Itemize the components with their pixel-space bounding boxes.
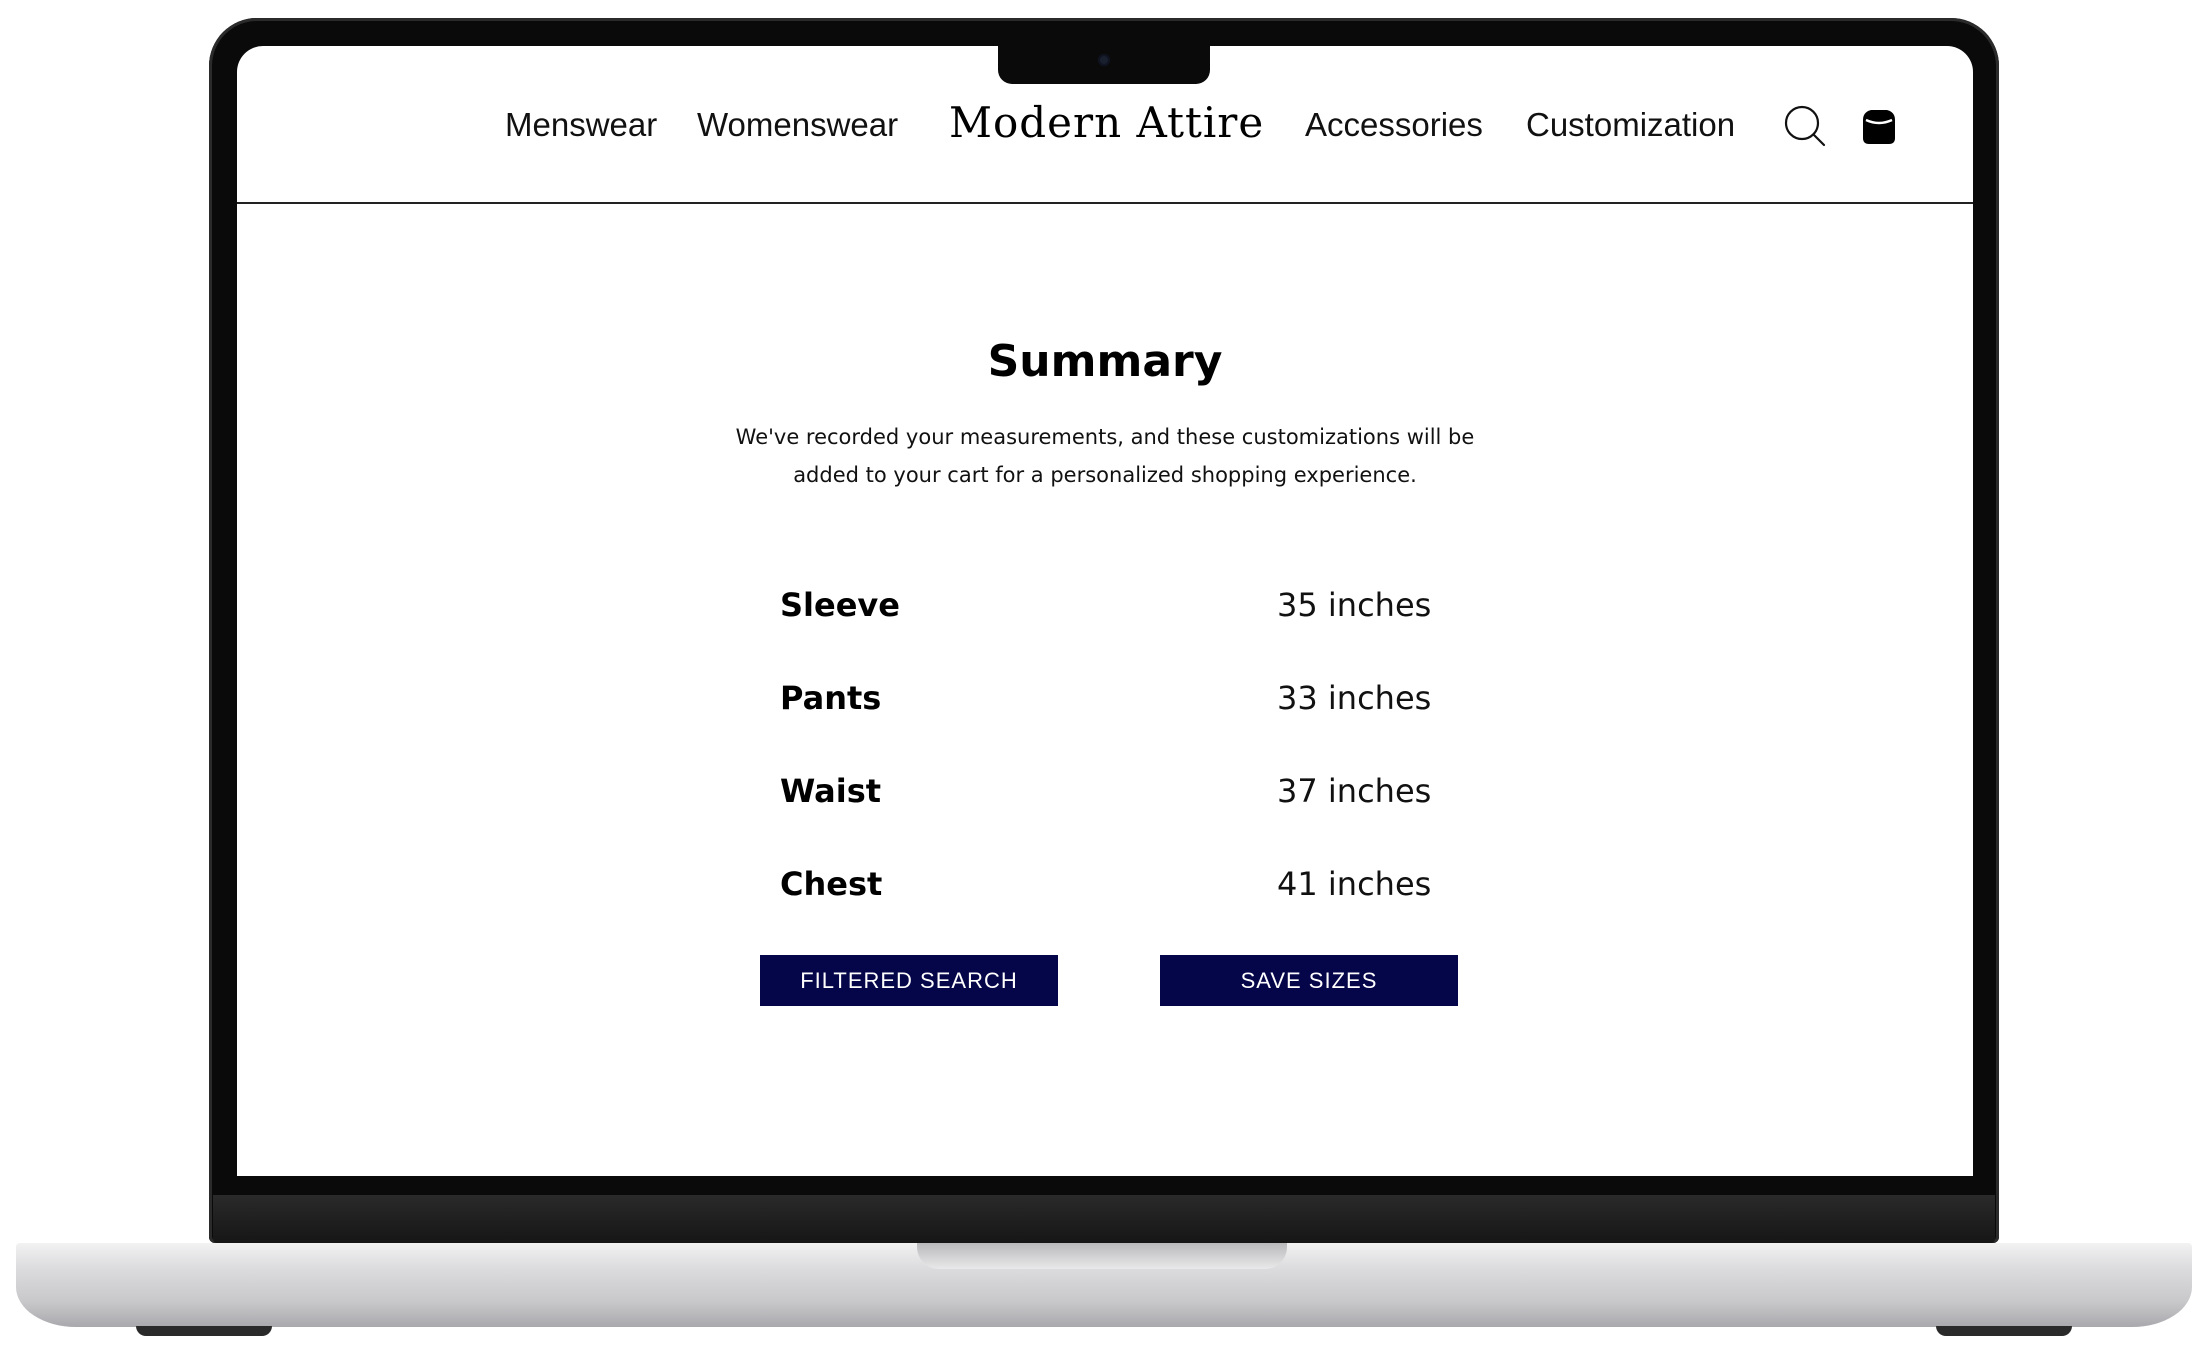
nav-link-customization[interactable]: Customization bbox=[1526, 106, 1735, 144]
screen: Menswear Womenswear Modern Attire Access… bbox=[237, 46, 1973, 1176]
measurement-label-pants: Pants bbox=[780, 679, 882, 717]
measurement-label-waist: Waist bbox=[780, 772, 882, 810]
laptop-hinge bbox=[213, 1195, 1995, 1243]
laptop-foot-left bbox=[136, 1326, 272, 1336]
measurement-value-pants: 33 inches bbox=[1277, 679, 1432, 717]
measurement-value-sleeve: 35 inches bbox=[1277, 586, 1432, 624]
laptop-foot-right bbox=[1936, 1326, 2072, 1336]
camera-notch bbox=[998, 46, 1210, 84]
measurement-label-sleeve: Sleeve bbox=[780, 586, 900, 624]
laptop-frame: Menswear Womenswear Modern Attire Access… bbox=[0, 0, 2204, 1352]
nav-link-menswear[interactable]: Menswear bbox=[505, 106, 657, 144]
summary-title: Summary bbox=[987, 336, 1223, 387]
bag-icon[interactable] bbox=[1857, 104, 1901, 148]
measurement-value-waist: 37 inches bbox=[1277, 772, 1432, 810]
nav-link-accessories[interactable]: Accessories bbox=[1305, 106, 1483, 144]
laptop-opening-groove bbox=[917, 1243, 1287, 1269]
nav-link-womenswear[interactable]: Womenswear bbox=[697, 106, 898, 144]
measurement-label-chest: Chest bbox=[780, 865, 883, 903]
measurement-value-chest: 41 inches bbox=[1277, 865, 1432, 903]
summary-description: We've recorded your measurements, and th… bbox=[735, 425, 1475, 487]
search-icon[interactable] bbox=[1783, 104, 1827, 148]
brand-logo[interactable]: Modern Attire bbox=[949, 98, 1264, 147]
filtered-search-button[interactable]: FILTERED SEARCH bbox=[760, 955, 1058, 1006]
save-sizes-button[interactable]: SAVE SIZES bbox=[1160, 955, 1458, 1006]
camera-icon bbox=[1098, 54, 1110, 66]
